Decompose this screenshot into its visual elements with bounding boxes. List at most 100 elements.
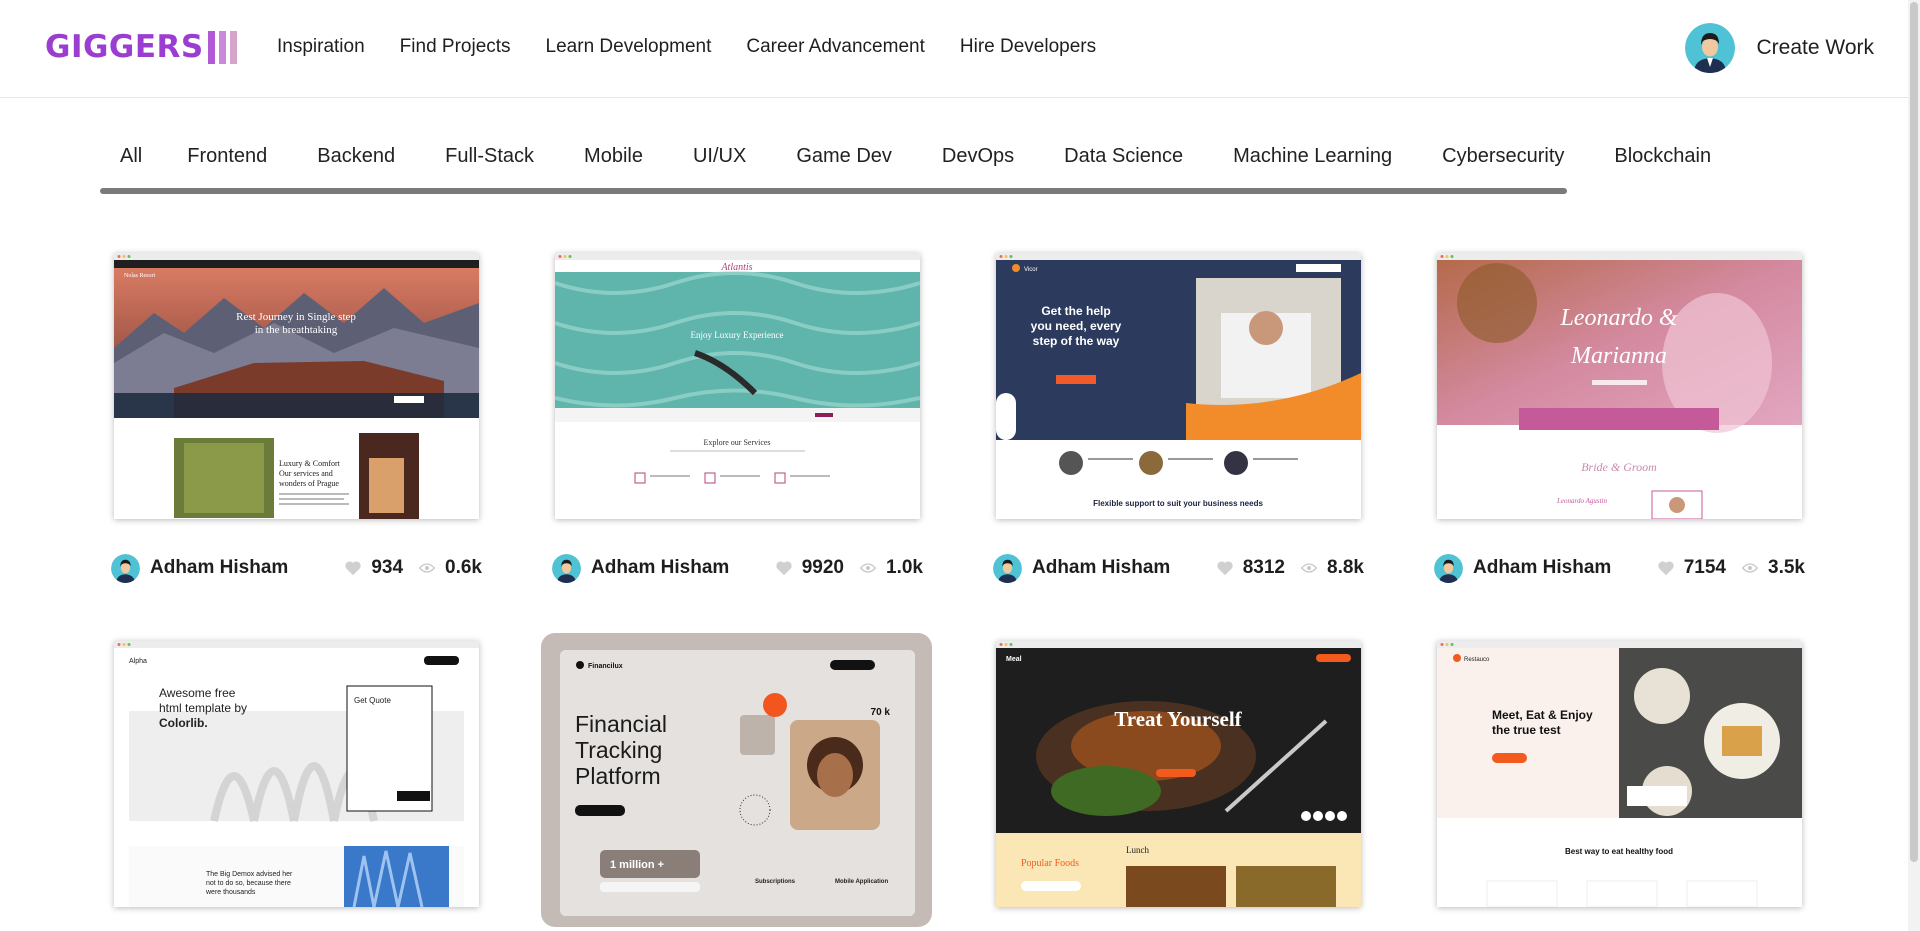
- logo-wordmark: GIGGERS: [45, 29, 204, 65]
- main-nav: Inspiration Find Projects Learn Developm…: [277, 36, 1096, 58]
- author-avatar[interactable]: [111, 553, 140, 583]
- svg-text:Meet, Eat & Enjoy: Meet, Eat & Enjoy: [1492, 708, 1593, 722]
- svg-text:Popular Foods: Popular Foods: [1021, 858, 1079, 869]
- author-avatar[interactable]: [552, 553, 581, 583]
- svg-text:Explore our Services: Explore our Services: [703, 438, 770, 447]
- like-count: 7154: [1683, 557, 1727, 578]
- tab-full-stack[interactable]: Full-Stack: [445, 145, 534, 168]
- nav-learn-development[interactable]: Learn Development: [546, 36, 712, 58]
- preview-brand: Restauco: [1464, 657, 1490, 663]
- svg-text:Flexible support to suit your: Flexible support to suit your business n…: [1093, 499, 1263, 508]
- svg-text:html template by: html template by: [159, 701, 247, 715]
- tab-blockchain[interactable]: Blockchain: [1614, 145, 1711, 168]
- finance-preview: Financilux Financial Tracking Platform 7…: [560, 650, 915, 916]
- project-thumbnail[interactable]: Nolas Resort Rest Journey in Single step…: [114, 253, 479, 519]
- preview-brand: Vicor: [1024, 267, 1038, 273]
- tabs-scrollbar[interactable]: [100, 188, 1567, 194]
- preview-brand: Financilux: [588, 663, 623, 670]
- svg-text:wonders of Prague: wonders of Prague: [279, 479, 339, 488]
- view-count: 3.5k: [1768, 557, 1805, 578]
- svg-text:Mobile Application: Mobile Application: [835, 879, 888, 885]
- preview-brand: Meal: [1006, 656, 1022, 663]
- template-preview: Alpha Awesome free html template by Colo…: [114, 641, 479, 907]
- tab-frontend[interactable]: Frontend: [187, 145, 267, 168]
- tab-all[interactable]: All: [120, 145, 142, 168]
- svg-text:70 k: 70 k: [871, 707, 891, 718]
- heart-icon[interactable]: [775, 560, 793, 576]
- category-tabs: All Frontend Backend Full-Stack Mobile U…: [100, 145, 1711, 168]
- card-meta: Adham Hisham 9920 1.0k: [552, 553, 923, 583]
- nav-hire-developers[interactable]: Hire Developers: [960, 36, 1096, 58]
- project-thumbnail[interactable]: Atlantis Enjoy Luxury Experience Explore…: [555, 253, 920, 519]
- support-preview: Vicor Get the help you need, every step …: [996, 253, 1361, 519]
- eye-icon: [1742, 563, 1759, 573]
- user-area: Create Work: [1684, 23, 1874, 73]
- svg-text:Rest Journey in Single step: Rest Journey in Single step: [236, 311, 356, 323]
- logo-bars-icon: [207, 30, 237, 64]
- heart-icon[interactable]: [1216, 560, 1234, 576]
- project-thumbnail[interactable]: Leonardo & Marianna Bride & Groom Leonar…: [1437, 253, 1802, 519]
- card-meta: Adham Hisham 934 0.6k: [111, 553, 482, 583]
- svg-text:not to do so, because there: not to do so, because there: [206, 880, 291, 887]
- nav-inspiration[interactable]: Inspiration: [277, 36, 365, 58]
- author-avatar[interactable]: [993, 553, 1022, 583]
- svg-text:were thousands: were thousands: [205, 889, 256, 896]
- tab-mobile[interactable]: Mobile: [584, 145, 643, 168]
- author-name[interactable]: Adham Hisham: [150, 557, 288, 579]
- svg-text:Colorlib.: Colorlib.: [159, 716, 208, 730]
- eye-icon: [419, 563, 436, 573]
- scrollbar-thumb[interactable]: [1910, 2, 1918, 862]
- view-count: 1.0k: [886, 557, 923, 578]
- page-scrollbar[interactable]: [1908, 0, 1920, 931]
- heart-icon[interactable]: [1657, 560, 1675, 576]
- svg-text:Subscriptions: Subscriptions: [755, 879, 796, 885]
- nav-career-advancement[interactable]: Career Advancement: [746, 36, 925, 58]
- create-work-button[interactable]: Create Work: [1757, 36, 1874, 60]
- like-count: 934: [371, 557, 404, 578]
- wedding-preview: Leonardo & Marianna Bride & Groom Leonar…: [1437, 253, 1802, 519]
- luxury-preview: Atlantis Enjoy Luxury Experience Explore…: [555, 253, 920, 519]
- project-thumbnail[interactable]: Meal Treat Yourself Popular Foods Lunch: [996, 641, 1361, 907]
- tab-devops[interactable]: DevOps: [942, 145, 1014, 168]
- svg-text:Awesome free: Awesome free: [159, 686, 236, 700]
- author-name[interactable]: Adham Hisham: [591, 557, 729, 579]
- meal-preview: Meal Treat Yourself Popular Foods Lunch: [996, 641, 1361, 907]
- svg-text:Platform: Platform: [575, 763, 661, 789]
- heart-icon[interactable]: [344, 560, 362, 576]
- tab-cybersecurity[interactable]: Cybersecurity: [1442, 145, 1564, 168]
- svg-text:The Big Demox advised her: The Big Demox advised her: [206, 871, 293, 878]
- user-avatar[interactable]: [1684, 23, 1735, 73]
- svg-text:step of the way: step of the way: [1033, 334, 1120, 348]
- svg-text:Tracking: Tracking: [575, 737, 662, 763]
- view-count: 8.8k: [1327, 557, 1364, 578]
- svg-text:1 million +: 1 million +: [610, 859, 664, 871]
- restaurant-preview: Restauco Meet, Eat & Enjoy the true test…: [1437, 641, 1802, 907]
- svg-text:you need, every: you need, every: [1031, 319, 1122, 333]
- project-thumbnail[interactable]: Alpha Awesome free html template by Colo…: [114, 641, 479, 907]
- eye-icon: [1301, 563, 1318, 573]
- tab-backend[interactable]: Backend: [317, 145, 395, 168]
- svg-text:Financial: Financial: [575, 711, 667, 737]
- author-name[interactable]: Adham Hisham: [1473, 557, 1611, 579]
- view-count: 0.6k: [445, 557, 482, 578]
- card-stats: 7154 3.5k: [1657, 557, 1805, 579]
- author-avatar[interactable]: [1434, 553, 1463, 583]
- preview-brand: Alpha: [129, 658, 147, 665]
- author-name[interactable]: Adham Hisham: [1032, 557, 1170, 579]
- svg-text:Enjoy Luxury Experience: Enjoy Luxury Experience: [691, 330, 784, 340]
- giggers-logo[interactable]: GIGGERS: [45, 29, 237, 65]
- resort-preview: Nolas Resort Rest Journey in Single step…: [114, 253, 479, 519]
- svg-text:Lunch: Lunch: [1126, 845, 1149, 855]
- tab-ui-ux[interactable]: UI/UX: [693, 145, 746, 168]
- card-meta: Adham Hisham 7154 3.5k: [1434, 553, 1805, 583]
- tab-game-dev[interactable]: Game Dev: [796, 145, 892, 168]
- project-thumbnail[interactable]: Vicor Get the help you need, every step …: [996, 253, 1361, 519]
- svg-text:Get Quote: Get Quote: [354, 696, 391, 705]
- tab-machine-learning[interactable]: Machine Learning: [1233, 145, 1392, 168]
- tab-data-science[interactable]: Data Science: [1064, 145, 1183, 168]
- nav-find-projects[interactable]: Find Projects: [400, 36, 511, 58]
- card-stats: 934 0.6k: [344, 557, 482, 579]
- project-thumbnail[interactable]: Restauco Meet, Eat & Enjoy the true test…: [1437, 641, 1802, 907]
- project-thumbnail[interactable]: Financilux Financial Tracking Platform 7…: [560, 650, 915, 916]
- svg-text:in the breathtaking: in the breathtaking: [255, 324, 338, 336]
